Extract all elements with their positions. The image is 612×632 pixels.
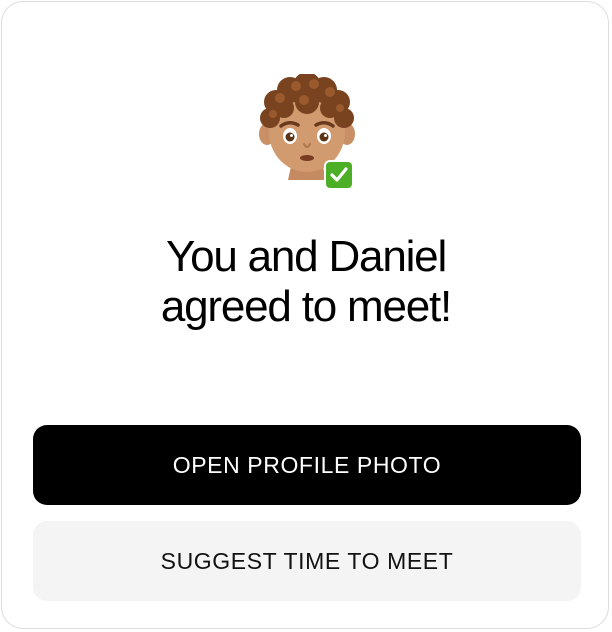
match-card: You and Daniel agreed to meet! OPEN PROF…	[1, 1, 609, 629]
check-mark-button-icon	[324, 160, 354, 190]
match-headline: You and Daniel agreed to meet!	[2, 232, 610, 332]
headline-line-1: You and Daniel	[165, 232, 447, 281]
suggest-time-to-meet-button[interactable]: SUGGEST TIME TO MEET	[33, 521, 581, 601]
open-profile-photo-button[interactable]: OPEN PROFILE PHOTO	[33, 425, 581, 505]
avatar	[254, 74, 360, 192]
headline-line-2: agreed to meet!	[160, 282, 452, 331]
